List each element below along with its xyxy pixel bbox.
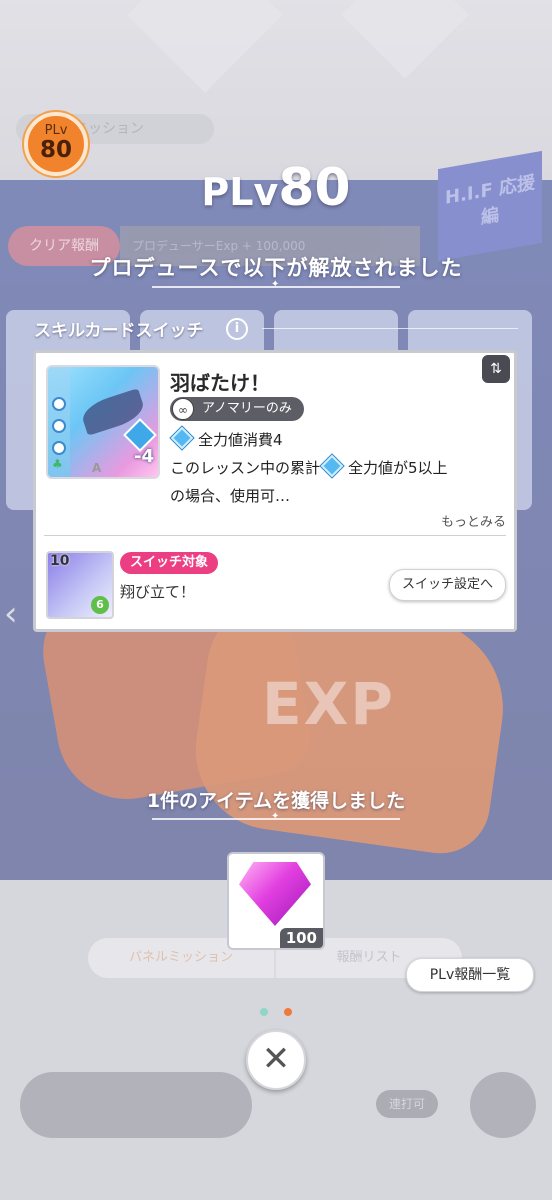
section-divider — [262, 328, 518, 329]
switch-target-name: 翔び立て！ — [120, 583, 196, 601]
leaf-icon: ♣ — [52, 457, 63, 471]
card-stat-icon — [52, 441, 66, 455]
page-title: PLv80 — [0, 158, 552, 218]
sparkle-icon: ✦ — [271, 279, 280, 290]
anomaly-tag-label: アノマリーのみ — [202, 401, 292, 416]
effect-line-2: このレッスン中の累計 全力値が5以上 — [170, 454, 448, 478]
page-dot — [260, 1008, 268, 1016]
card-stat-icon — [52, 419, 66, 433]
section-label-skill-switch: スキルカードスイッチ — [34, 321, 204, 341]
anomaly-tag: ∞ アノマリーのみ — [170, 397, 304, 421]
plv-badge-label: PLv — [44, 123, 68, 138]
full-power-icon — [320, 454, 344, 478]
panel-divider — [44, 535, 506, 536]
full-power-icon — [170, 426, 194, 450]
effect-text-2b: 全力値が5以上 — [348, 459, 448, 477]
anomaly-icon: ∞ — [172, 398, 194, 420]
switch-target-cost: 6 — [91, 596, 109, 614]
reward-item-count: 100 — [279, 928, 323, 948]
switch-target-tag: スイッチ対象 — [120, 552, 219, 574]
effect-text-2a: このレッスン中の累計 — [170, 459, 321, 477]
page-subtitle: プロデュースで以下が解放されました — [89, 256, 463, 280]
more-link[interactable]: もっとみる — [441, 511, 506, 530]
jewel-icon — [239, 862, 311, 926]
items-heading: 1件のアイテムを獲得しました — [146, 790, 406, 812]
effect-text-1: 全力値消費4 — [198, 431, 283, 449]
plv-rewards-button[interactable]: PLv報酬一覧 — [406, 958, 534, 992]
sparkle-icon: ✦ — [271, 811, 280, 822]
info-icon[interactable]: i — [226, 318, 248, 340]
skill-card-panel: -4 A ♣ 羽ばたけ！ ⇅ ∞ アノマリーのみ 全力値消費4 このレッスン中の… — [33, 350, 517, 632]
switch-icon[interactable]: ⇅ — [482, 355, 510, 383]
switch-settings-button[interactable]: スイッチ設定へ — [388, 569, 506, 601]
skill-card-image[interactable]: -4 A ♣ — [46, 365, 160, 479]
page-dot-active — [284, 1008, 292, 1016]
card-grade: A — [92, 461, 102, 475]
card-cost: -4 — [134, 446, 154, 467]
reward-item[interactable]: 100 — [227, 852, 325, 950]
close-button[interactable]: ✕ — [246, 1030, 306, 1090]
switch-target-level: 10 — [50, 553, 70, 569]
title-number: 80 — [278, 158, 351, 218]
card-stat-icon — [52, 397, 66, 411]
title-prefix: PLv — [201, 170, 279, 214]
effect-line-3: の場合、使用可… — [170, 487, 291, 505]
switch-target-card-image[interactable]: 10 6 — [46, 551, 114, 619]
skill-card-name: 羽ばたけ！ — [170, 371, 270, 395]
effect-line-1: 全力値消費4 — [170, 426, 283, 450]
